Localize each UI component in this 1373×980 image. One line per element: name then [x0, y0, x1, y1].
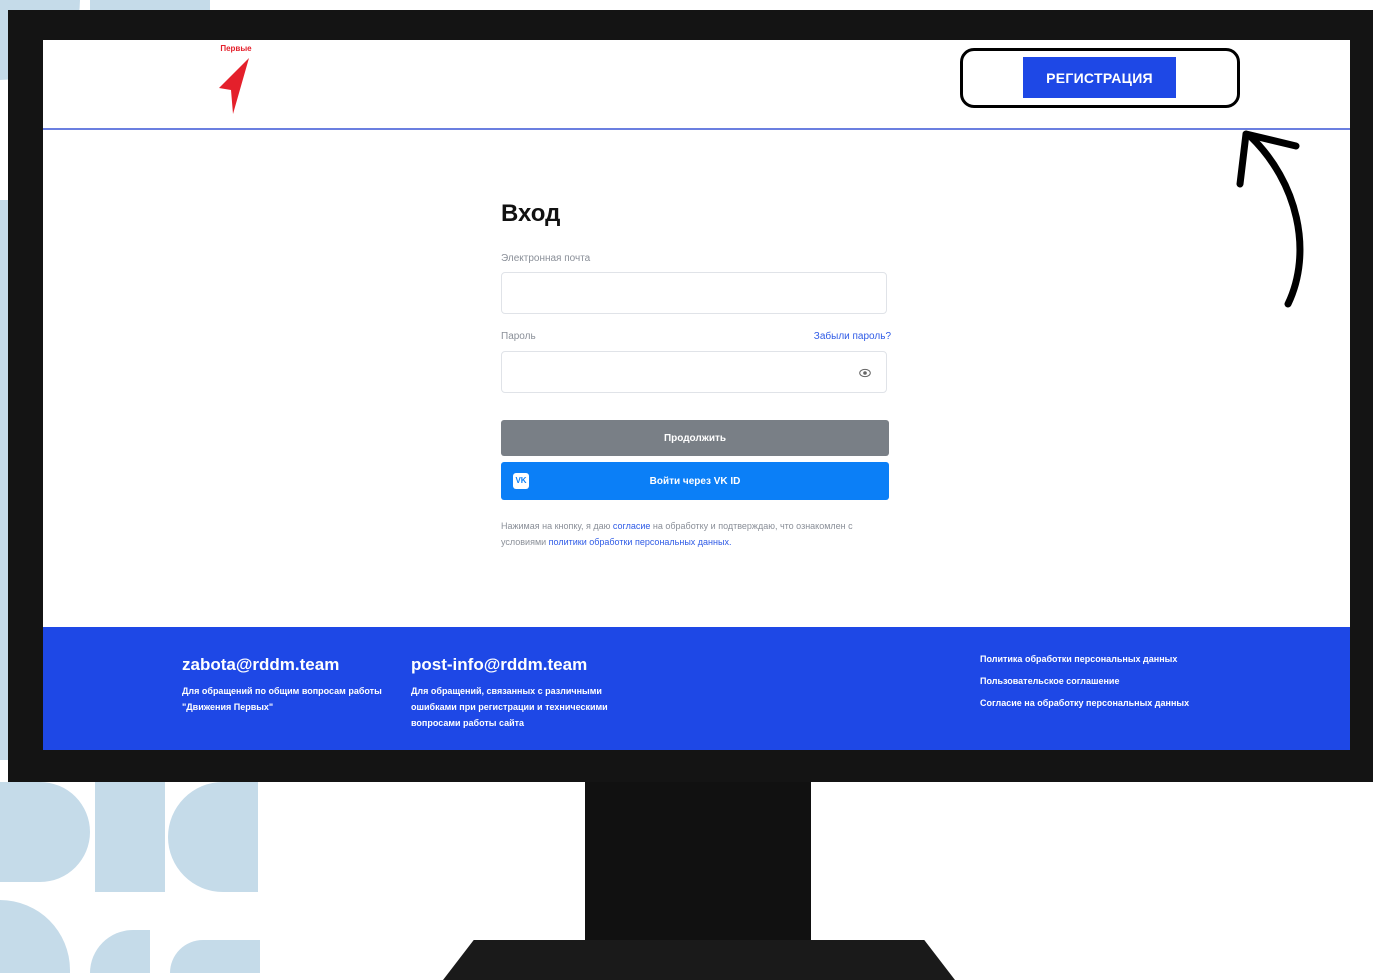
arrow-logo-icon [219, 58, 249, 114]
privacy-policy-link[interactable]: политики обработки персональных данных. [549, 537, 732, 547]
monitor-screen: Первые РЕГИСТРАЦИЯ Вход Электронная почт… [43, 40, 1350, 750]
monitor-base [443, 940, 955, 980]
password-label: Пароль [501, 331, 536, 342]
monitor-stand [585, 778, 811, 943]
page-title: Вход [501, 200, 561, 227]
email-field[interactable] [501, 272, 887, 314]
footer-link-data-consent[interactable]: Согласие на обработку персональных данны… [980, 698, 1189, 708]
forgot-password-link[interactable]: Забыли пароль? [814, 331, 891, 342]
footer-link-user-agreement[interactable]: Пользовательское соглашение [980, 676, 1119, 686]
consent-link[interactable]: согласие [613, 521, 650, 531]
vk-login-label: Войти через VK ID [649, 475, 741, 487]
register-highlight-box [960, 48, 1240, 108]
footer-email-general[interactable]: zabota@rddm.team [182, 655, 339, 675]
footer-email-support-desc: Для обращений, связанных с различными ош… [411, 686, 608, 728]
annotation-arrow-icon [1236, 130, 1304, 308]
footer-email-general-desc: Для обращений по общим вопросам работы "… [182, 686, 382, 712]
consent-text-part1: Нажимая на кнопку, я даю [501, 521, 613, 531]
password-field[interactable] [501, 351, 887, 393]
continue-button[interactable]: Продолжить [501, 420, 889, 456]
vk-login-button[interactable]: VK Войти через VK ID [501, 462, 889, 500]
email-label: Электронная почта [501, 253, 591, 264]
site-logo[interactable]: Первые [213, 44, 259, 116]
eye-icon[interactable] [859, 367, 871, 379]
vk-icon: VK [513, 473, 529, 489]
site-footer: zabota@rddm.team Для обращений по общим … [43, 627, 1350, 750]
footer-email-support[interactable]: post-info@rddm.team [411, 655, 587, 675]
footer-link-privacy-policy[interactable]: Политика обработки персональных данных [980, 654, 1177, 664]
consent-text: Нажимая на кнопку, я даю согласие на обр… [501, 518, 889, 550]
